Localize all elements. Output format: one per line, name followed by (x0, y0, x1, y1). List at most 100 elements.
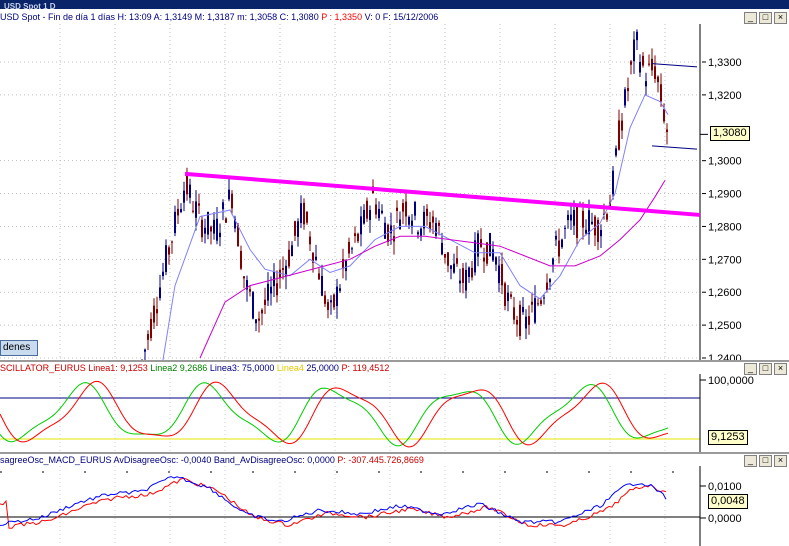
candle-body (261, 309, 263, 314)
candle-body (348, 241, 350, 254)
osc-line4-value: 25,0000 (306, 363, 342, 373)
candle-body (294, 221, 296, 236)
candle-body (576, 205, 578, 238)
candle-body (198, 203, 200, 206)
candle-body (315, 256, 317, 260)
candle-body (627, 87, 629, 92)
maximize-button[interactable]: □ (759, 12, 772, 24)
candle-body (528, 316, 530, 325)
candle-body (381, 210, 383, 214)
candle-body (444, 253, 446, 258)
candle-body (276, 283, 278, 296)
price-tick-label: 1,2500 (708, 320, 742, 332)
candle-body (222, 202, 224, 210)
candle-body (615, 148, 617, 156)
candle-body (339, 288, 341, 291)
candle-body (279, 269, 281, 279)
candle-body (642, 55, 644, 66)
oscillator-pane[interactable]: SCILLATOR_EURUS Linea1: 9,1253 Linea2 9,… (0, 362, 789, 452)
candle-body (300, 203, 302, 223)
candle-body (582, 210, 584, 228)
candle-body (177, 208, 179, 216)
candle-body (513, 307, 515, 320)
window-titlebar[interactable]: USD Spot 1 D (0, 0, 789, 11)
candle-body (183, 190, 185, 203)
candle-body (588, 210, 590, 235)
candle-body (534, 298, 536, 323)
resistance-line (651, 63, 698, 68)
current-price-label: 1,3080 (710, 126, 750, 141)
candle-body (171, 241, 173, 243)
candle-body (402, 203, 404, 212)
candle-body (561, 239, 563, 248)
candle-body (408, 217, 410, 225)
candle-body (525, 316, 527, 329)
price-tick-label: 1,2700 (708, 254, 742, 266)
macd-chart[interactable]: 0,0100 0,0000 (0, 466, 789, 546)
candle-body (186, 173, 188, 195)
candle-body (360, 216, 362, 235)
candle-body (621, 120, 623, 131)
candle-body (657, 76, 659, 83)
candle-body (549, 279, 551, 283)
candle-body (204, 227, 206, 234)
candle-body (438, 222, 440, 226)
candle-body (303, 202, 305, 225)
candle-body (417, 232, 419, 235)
price-pane[interactable]: USD Spot 1 D USD Spot - Fin de día 1 día… (0, 0, 789, 362)
candle-body (519, 304, 521, 337)
macd-signal-line (0, 477, 667, 529)
price-tick-label: 1,2800 (708, 221, 742, 233)
candle-body (324, 295, 326, 304)
candle-body (318, 273, 320, 280)
candle-body (633, 39, 635, 62)
candle-body (252, 292, 254, 319)
candle-body (336, 286, 338, 307)
pane-window-buttons: _ □ × (744, 12, 787, 24)
candle-body (255, 319, 257, 324)
candle-body (189, 184, 191, 198)
orders-button[interactable]: denes (0, 340, 38, 356)
candle-body (648, 63, 650, 65)
candle-body (414, 202, 416, 216)
candle-body (180, 209, 182, 212)
support-line (651, 145, 698, 150)
candle-body (540, 300, 542, 304)
macd-current-label: 0,0048 (708, 494, 748, 509)
candle-body (396, 207, 398, 211)
close-button[interactable]: × (774, 12, 787, 24)
candle-body (213, 219, 215, 234)
candle-body (654, 66, 656, 79)
neckline-trendline (184, 171, 701, 217)
candle-body (192, 210, 194, 212)
window-title: USD Spot 1 D (4, 2, 56, 11)
candle-body (459, 280, 461, 284)
candle-body (288, 249, 290, 267)
candle-body (153, 305, 155, 323)
candle-body (378, 208, 380, 219)
candle-body (399, 219, 401, 230)
candle-body (297, 221, 299, 237)
macd-tick-label: 0,0100 (708, 481, 742, 493)
candle-body (375, 204, 377, 215)
oscillator-chart[interactable]: 100,0000 (0, 374, 789, 452)
candle-body (567, 214, 569, 221)
candle-body (384, 222, 386, 239)
candle-body (267, 283, 269, 301)
candle-body (522, 306, 524, 313)
candle-body (600, 229, 602, 237)
macd-p-value: P: -307.445.726,8669 (337, 455, 424, 465)
minimize-button[interactable]: _ (744, 12, 757, 24)
osc-p-value: P: 119,4512 (341, 363, 390, 373)
candle-body (516, 320, 518, 325)
candle-body (495, 257, 497, 265)
candle-body (666, 129, 668, 133)
macd-pane[interactable]: sagreeOsc_MACD_EURUS AvDisagreeOsc: -0,0… (0, 454, 789, 546)
price-chart[interactable]: 1,3300 1,3200 1,3000 1,2900 1,2800 1,2700 1,26… (0, 24, 789, 362)
osc-current-label: 9,1253 (708, 430, 748, 445)
candle-body (351, 248, 353, 250)
candle-body (510, 294, 512, 297)
candle-body (558, 240, 560, 257)
candle-body (624, 89, 626, 106)
candle-body (363, 209, 365, 224)
